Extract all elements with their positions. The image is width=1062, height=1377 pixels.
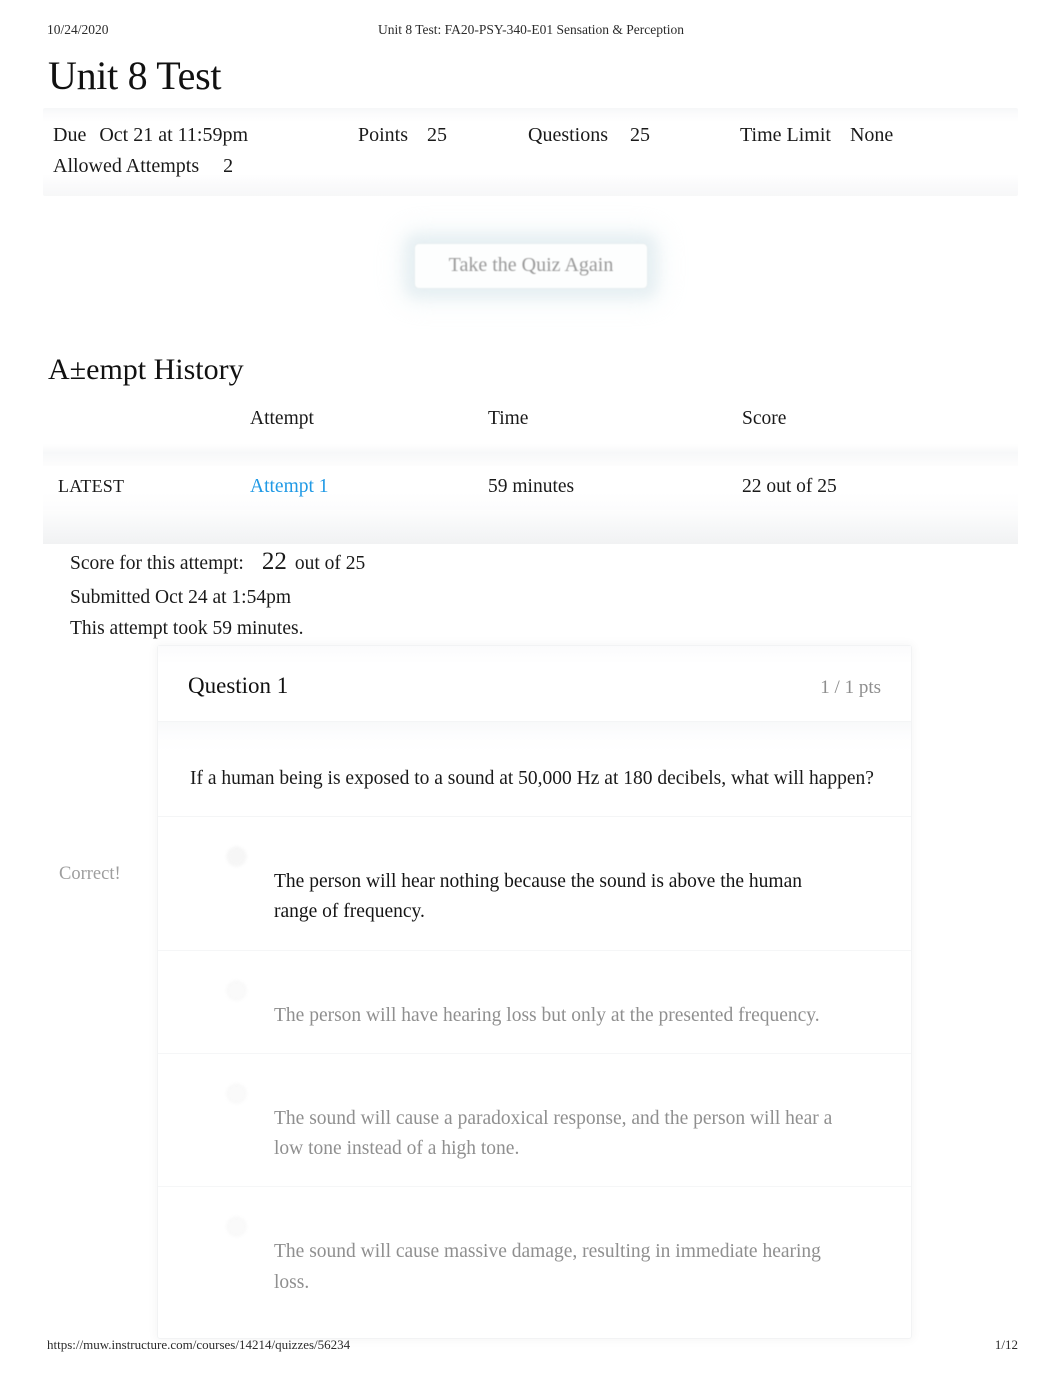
attempt-score-value: 22	[261, 548, 287, 575]
quiz-questions: Questions 25	[528, 120, 740, 151]
radio-button-icon[interactable]	[227, 1083, 246, 1103]
attempt-status-badge: LATEST	[58, 476, 125, 496]
quiz-metadata-row-1: Due Oct 21 at 11:59pm Points 25 Question…	[43, 120, 1018, 151]
column-header-time: Time	[488, 408, 529, 429]
quiz-questions-value: 25	[630, 124, 650, 146]
attempt-duration: This attempt took 59 minutes.	[70, 618, 304, 640]
quiz-due-label: Due	[53, 124, 87, 146]
answer-option[interactable]: The sound will cause massive damage, res…	[158, 1186, 911, 1319]
answer-option[interactable]: The person will have hearing loss but on…	[158, 949, 911, 1053]
quiz-results-page: 10/24/2020 Unit 8 Test: FA20-PSY-340-E01…	[0, 0, 1062, 1377]
quiz-metadata: Due Oct 21 at 11:59pm Points 25 Question…	[43, 108, 1018, 196]
quiz-allowed-attempts-value: 2	[223, 155, 234, 177]
quiz-points-label: Points	[358, 124, 409, 146]
print-footer-url: https://muw.instructure.com/courses/1421…	[47, 1337, 351, 1352]
attempt-history-header-row: Attempt Time Score	[43, 408, 1018, 444]
print-footer: https://muw.instructure.com/courses/1421…	[0, 1337, 1062, 1355]
answer-list: The person will hear nothing because the…	[158, 817, 911, 1338]
attempt-history-header-divider	[43, 444, 1018, 466]
quiz-points-value: 25	[427, 124, 448, 146]
question-points: 1 / 1 pts	[820, 677, 881, 698]
column-header-score: Score	[742, 408, 787, 429]
attempt-history-title: A±empt History	[48, 353, 244, 386]
table-row: LATEST Attempt 1 59 minutes 22 out of 25	[43, 466, 1018, 510]
attempt-link-cell: Attempt 1	[250, 476, 488, 498]
answer-option[interactable]: The person will hear nothing because the…	[158, 817, 911, 949]
attempt-score-label: Score for this attempt:	[70, 553, 244, 574]
question-prompt: If a human being is exposed to a sound a…	[158, 722, 911, 818]
question-header: Question 1 1 / 1 pts	[158, 646, 911, 722]
correct-answer-marker: Correct!	[59, 864, 121, 884]
attempt-summary: Score for this attempt: 22 out of 25 Sub…	[70, 542, 365, 644]
quiz-metadata-row-2: Allowed Attempts 2	[43, 151, 1018, 182]
column-header-attempt: Attempt	[250, 408, 314, 429]
answer-option-label: The sound will cause a paradoxical respo…	[274, 1107, 833, 1160]
quiz-points: Points 25	[358, 120, 528, 151]
attempt-history-footer-band	[43, 510, 1018, 544]
print-footer-page-number: 1/12	[994, 1337, 1018, 1352]
quiz-due: Due Oct 21 at 11:59pm	[53, 120, 358, 151]
attempt-score-line: Score for this attempt: 22 out of 25	[70, 542, 365, 582]
radio-button-icon[interactable]	[227, 847, 246, 867]
quiz-allowed-attempts: Allowed Attempts 2	[53, 151, 233, 182]
question-card: Question 1 1 / 1 pts If a human being is…	[157, 645, 912, 1339]
radio-button-icon[interactable]	[227, 1217, 246, 1237]
attempt-submitted-time: Submitted Oct 24 at 1:54pm	[70, 587, 291, 608]
answer-option-label: The person will have hearing loss but on…	[274, 1004, 820, 1026]
take-quiz-again-button[interactable]: Take the Quiz Again	[413, 243, 649, 289]
quiz-allowed-attempts-label: Allowed Attempts	[53, 155, 200, 177]
answer-option[interactable]: The sound will cause a paradoxical respo…	[158, 1052, 911, 1186]
attempt-1-link[interactable]: Attempt 1	[250, 476, 329, 497]
answer-option-label: The sound will cause massive damage, res…	[274, 1241, 821, 1293]
quiz-time-limit-value: None	[849, 124, 894, 146]
attempt-time-cell: 59 minutes	[488, 476, 575, 497]
quiz-actions: Take the Quiz Again	[0, 243, 1062, 289]
attempt-score-cell: 22 out of 25	[742, 476, 837, 497]
question-number: Question 1	[188, 673, 289, 698]
print-document-title: Unit 8 Test: FA20-PSY-340-E01 Sensation …	[377, 22, 685, 37]
quiz-time-limit-label: Time Limit	[740, 124, 831, 146]
radio-button-icon[interactable]	[227, 980, 246, 1000]
quiz-questions-label: Questions	[528, 124, 608, 146]
attempt-history-table: Attempt Time Score LATEST Attempt 1 59 m…	[43, 408, 1018, 544]
attempt-score-outof: out of 25	[294, 553, 366, 574]
quiz-due-value: Oct 21 at 11:59pm	[99, 124, 249, 146]
page-title: Unit 8 Test	[48, 53, 222, 98]
quiz-time-limit: Time Limit None	[740, 120, 970, 151]
print-header: 10/24/2020 Unit 8 Test: FA20-PSY-340-E01…	[0, 22, 1062, 44]
answer-option-label: The person will hear nothing because the…	[274, 871, 802, 923]
